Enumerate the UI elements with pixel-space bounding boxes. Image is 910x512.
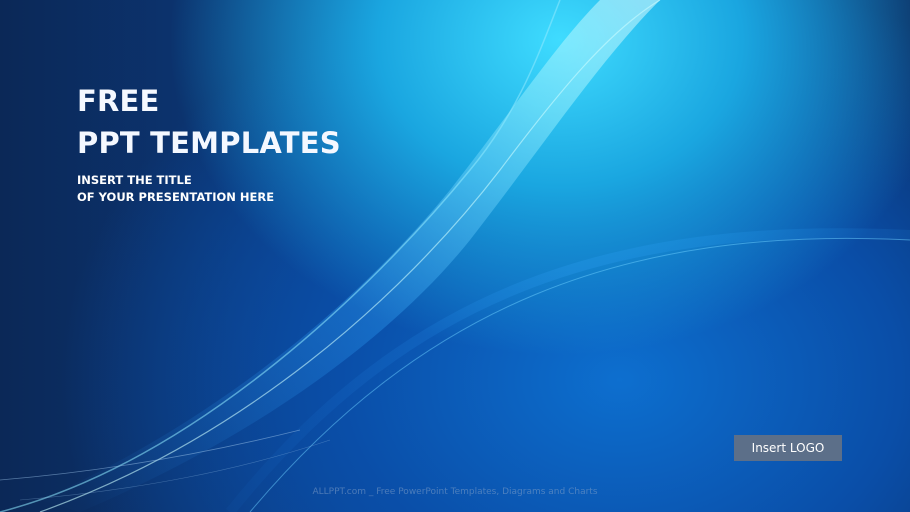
title-line-2: PPT TEMPLATES xyxy=(77,126,341,160)
footer-credit: ALLPPT.com _ Free PowerPoint Templates, … xyxy=(312,487,598,497)
title-line-1: FREE xyxy=(77,84,160,118)
slide: FREE PPT TEMPLATES INSERT THE TITLE OF Y… xyxy=(0,0,910,512)
insert-logo-placeholder[interactable]: Insert LOGO xyxy=(734,435,842,461)
subtitle-block: INSERT THE TITLE OF YOUR PRESENTATION HE… xyxy=(77,172,341,206)
title-block: FREE PPT TEMPLATES INSERT THE TITLE OF Y… xyxy=(77,80,341,206)
subtitle-line-1: INSERT THE TITLE xyxy=(77,173,192,187)
subtitle-line-2: OF YOUR PRESENTATION HERE xyxy=(77,190,275,204)
